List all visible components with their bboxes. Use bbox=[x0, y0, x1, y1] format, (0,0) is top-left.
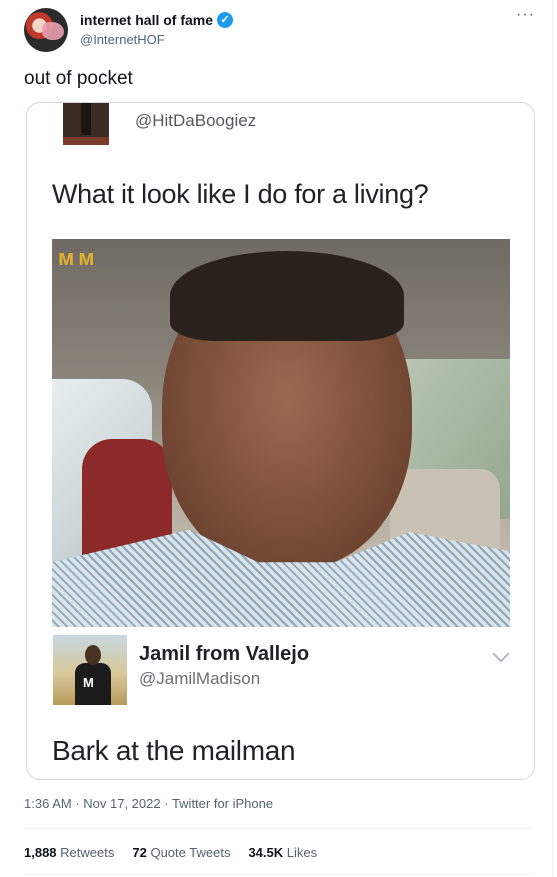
right-border bbox=[552, 0, 553, 877]
retweets-stat[interactable]: 1,888 Retweets bbox=[24, 845, 114, 860]
likes-stat[interactable]: 34.5K Likes bbox=[248, 845, 317, 860]
tweet-time[interactable]: 1:36 AM bbox=[24, 796, 72, 811]
quoted-profile-thumbnail: M bbox=[53, 635, 127, 705]
tweet-text: out of pocket bbox=[24, 68, 133, 89]
quoted-handle: @JamilMadison bbox=[139, 669, 261, 688]
author-name[interactable]: internet hall of fame bbox=[80, 12, 213, 28]
selfie-photo: ᴍᴍ bbox=[52, 239, 510, 627]
question-text: What it look like I do for a living? bbox=[52, 179, 429, 209]
tweet-image[interactable]: @HitDaBoogiez What it look like I do for… bbox=[26, 102, 535, 780]
top-profile-thumbnail bbox=[63, 103, 109, 145]
meta-separator: · bbox=[160, 796, 172, 811]
verified-badge-icon: ✓ bbox=[217, 12, 234, 28]
tweet-date[interactable]: Nov 17, 2022 bbox=[83, 796, 160, 811]
tweet-stats: 1,888 Retweets 72 Quote Tweets 34.5K Lik… bbox=[24, 845, 317, 860]
likes-count: 34.5K bbox=[248, 845, 284, 860]
quoted-name: Jamil from Vallejo bbox=[139, 643, 310, 665]
shirt-logo: M bbox=[83, 675, 94, 690]
reply-text: Bark at the mailman bbox=[52, 735, 296, 766]
divider bbox=[24, 874, 533, 875]
author-name-row[interactable]: internet hall of fame ✓ bbox=[80, 12, 234, 28]
tweet-source[interactable]: Twitter for iPhone bbox=[172, 796, 273, 811]
divider bbox=[24, 828, 533, 829]
quotes-label: Quote Tweets bbox=[150, 845, 231, 860]
author-handle[interactable]: @InternetHOF bbox=[80, 32, 165, 47]
retweets-label: Retweets bbox=[60, 845, 115, 860]
meta-separator: · bbox=[71, 796, 84, 811]
quotes-count: 72 bbox=[132, 845, 147, 860]
chevron-down-icon bbox=[492, 645, 510, 663]
avatar[interactable] bbox=[24, 8, 68, 52]
more-options-icon[interactable]: ··· bbox=[516, 6, 535, 24]
likes-label: Likes bbox=[286, 845, 318, 860]
top-handle: @HitDaBoogiez bbox=[135, 111, 257, 130]
hair bbox=[170, 251, 404, 341]
quote-tweets-stat[interactable]: 72 Quote Tweets bbox=[132, 845, 230, 860]
tweet-meta: 1:36 AM · Nov 17, 2022 · Twitter for iPh… bbox=[24, 796, 273, 811]
retweets-count: 1,888 bbox=[24, 845, 57, 860]
watermark-icon: ᴍᴍ bbox=[58, 245, 99, 270]
